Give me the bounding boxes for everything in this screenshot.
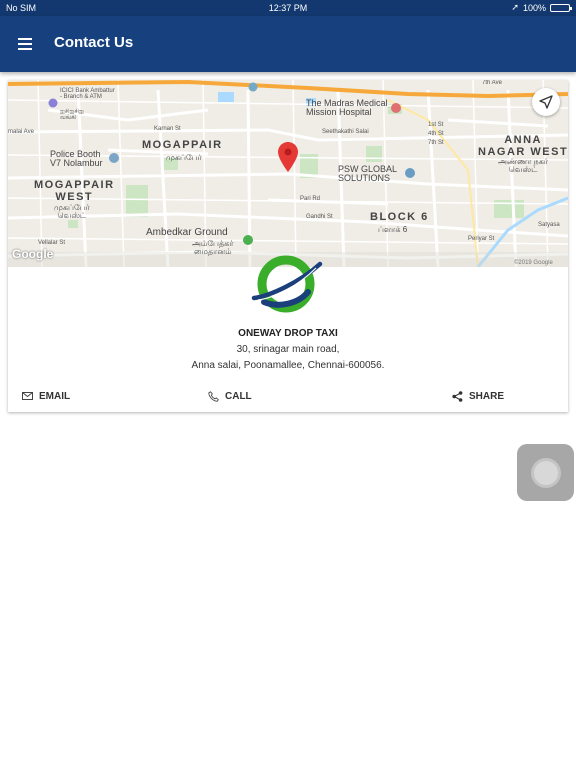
map-label-block6-tamil: ப்ளாக் 6 xyxy=(378,225,408,234)
page-title: Contact Us xyxy=(54,34,134,51)
map-label-mogappair-tamil: முகப்பேர் xyxy=(166,153,202,162)
map-label-seethakathi: Seethakathi Salai xyxy=(322,129,369,135)
map-label-ambedkar: Ambedkar Ground xyxy=(146,227,228,238)
address-line-2: Anna salai, Poonamallee, Chennai-600056. xyxy=(191,360,385,371)
map-label-icici: ICICI Bank Ambattur - Branch & ATM xyxy=(60,88,115,101)
google-logo: Google xyxy=(12,247,54,261)
map-label-4th-st: 4th St xyxy=(428,131,444,137)
company-name: ONEWAY DROP TAXI xyxy=(238,328,338,339)
assistive-touch-dot xyxy=(534,461,558,485)
map-label-mogappair: MOGAPPAIR xyxy=(142,139,223,151)
map-label-vellalar-st: Vellalar St xyxy=(38,240,66,246)
share-icon xyxy=(452,390,463,402)
map-label-block6: BLOCK 6 xyxy=(370,211,429,223)
map-label-7th-st: 7th St xyxy=(428,140,444,146)
map-label-police-booth: Police Booth V7 Nolambur xyxy=(50,149,103,169)
share-label: SHARE xyxy=(469,390,505,402)
map-view[interactable]: ICICI Bank Ambattur - Branch & ATM ஐசிஐச… xyxy=(8,80,568,267)
map-copyright: ©2019 Google xyxy=(514,260,553,266)
oneway-drop-taxi-logo xyxy=(251,255,323,313)
menu-icon[interactable] xyxy=(14,35,36,53)
map-label-periyar-st: Periyar St xyxy=(468,236,495,242)
map-label-anna-nagar-west: ANNA NAGAR WEST xyxy=(478,134,568,158)
map-label-ambedkar-tamil: அம்பேத்கர் மைதானம் xyxy=(192,239,234,257)
map-label-anna-nagar-tamil: அண்ணா நகர் வெஸ்ட் xyxy=(498,157,549,175)
battery-percentage: 100% xyxy=(522,2,546,13)
assistive-touch-button[interactable] xyxy=(517,444,574,501)
location-arrow-icon: ➚ xyxy=(511,2,519,12)
call-label: CALL xyxy=(225,390,252,402)
navigation-arrow-icon[interactable] xyxy=(532,88,560,116)
app-bar: Contact Us xyxy=(0,16,576,72)
battery-icon xyxy=(550,3,572,12)
map-label-pari-rd: Pari Rd xyxy=(300,196,321,202)
map-label-malai-ave: malai Ave xyxy=(8,129,34,135)
status-time: 12:37 PM xyxy=(268,3,308,13)
map-label-satyasa: Satyasa xyxy=(538,222,560,228)
map-label-1st-st: 1st St xyxy=(428,122,444,128)
map-label-mogappair-west-tamil: முகப்பேர் வெஸ்ட் xyxy=(54,203,90,221)
map-label-icici-tamil: ஐசிஐசிஐ வங்கி xyxy=(60,109,84,122)
contact-card: ICICI Bank Ambattur - Branch & ATM ஐசிஐச… xyxy=(8,80,568,412)
map-label-mogappair-west: MOGAPPAIR WEST xyxy=(34,179,115,203)
phone-icon xyxy=(208,390,219,402)
status-right: ➚ 100% xyxy=(511,2,572,13)
share-button[interactable]: SHARE xyxy=(452,388,504,404)
mail-icon xyxy=(22,392,33,400)
map-label-psw: PSW GLOBAL SOLUTIONS xyxy=(338,164,398,184)
map-pin-icon[interactable] xyxy=(278,142,298,172)
map-label-karnan-st: Karnan St xyxy=(154,126,181,132)
map-label-gandhi-st: Gandhi St xyxy=(306,214,333,220)
email-label: EMAIL xyxy=(39,390,71,402)
call-button[interactable]: CALL xyxy=(208,388,252,404)
map-label-7th-ave: 7th Ave xyxy=(482,80,502,86)
status-bar: No SIM 12:37 PM ➚ 100% xyxy=(0,0,576,16)
email-button[interactable]: EMAIL xyxy=(22,388,70,404)
map-label-madras-medical: The Madras Medical Mission Hospital xyxy=(306,98,388,118)
address-line-1: 30, srinagar main road, xyxy=(236,344,340,355)
